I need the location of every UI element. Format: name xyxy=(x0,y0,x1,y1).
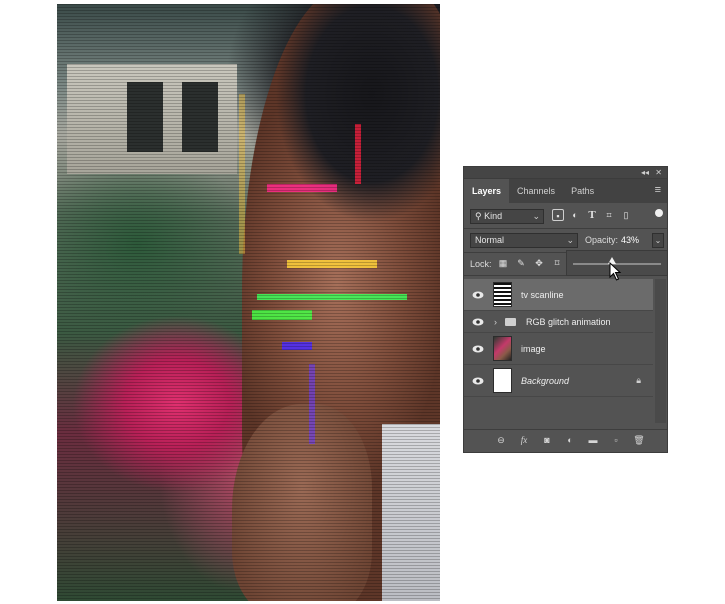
pointer-cursor-icon xyxy=(609,262,622,281)
layer-name: image xyxy=(521,343,546,354)
search-icon: ⚲ xyxy=(475,211,485,221)
adjustment-filter-icon[interactable]: ◐ xyxy=(569,209,581,221)
bottom-icons: ⊖ fx ◙ ◐ ▬ ▫ 🗑︎ xyxy=(495,434,645,446)
panel-bottom-bar: ⊖ fx ◙ ◐ ▬ ▫ 🗑︎ xyxy=(464,429,667,452)
image-filter-icon[interactable]: ▪ xyxy=(552,209,564,221)
tab-layers[interactable]: Layers xyxy=(464,179,510,203)
eye-icon[interactable] xyxy=(472,345,484,353)
tab-paths[interactable]: Paths xyxy=(563,179,602,203)
layer-name: RGB glitch animation xyxy=(526,316,611,327)
lock-transparent-pixels-icon[interactable]: ▦ xyxy=(497,257,509,269)
canvas-photo xyxy=(57,4,440,601)
type-filter-icon[interactable]: T xyxy=(586,209,598,221)
layers-panel: ◂◂ ✕ Layers Channels Paths ≡ ⚲ Kind ⌄ ▪ … xyxy=(463,166,668,453)
chevron-down-icon: ⌄ xyxy=(532,211,540,221)
folder-icon xyxy=(505,317,516,326)
layer-thumbnail xyxy=(493,336,512,361)
scanline-overlay xyxy=(57,4,440,601)
lock-icons: ▦ ✎ ✥ ⌑ xyxy=(497,257,563,269)
layer-name: Background xyxy=(521,375,570,386)
new-layer-icon[interactable]: ▫ xyxy=(610,434,622,446)
layer-thumbnail xyxy=(493,368,512,393)
layer-row-tv-scanline[interactable]: tv scanline xyxy=(464,279,653,311)
layer-thumbnail xyxy=(493,282,512,307)
lock-artboard-icon[interactable]: ⌑ xyxy=(551,257,563,269)
blend-mode-value: Normal xyxy=(475,235,505,245)
filter-icons: ▪ ◐ T ⌗ ▯ xyxy=(552,209,632,221)
panel-menu-icon[interactable]: ≡ xyxy=(655,184,661,196)
lock-icon: 🔒︎ xyxy=(636,375,641,385)
opacity-label: Opacity: xyxy=(585,235,619,245)
panel-titlebar: ◂◂ ✕ xyxy=(464,167,667,179)
filter-toggle[interactable] xyxy=(655,209,663,217)
filter-kind-label: Kind xyxy=(484,211,503,221)
layer-name: tv scanline xyxy=(521,289,564,300)
close-panel-icon[interactable]: ✕ xyxy=(655,167,662,178)
smart-object-filter-icon[interactable]: ▯ xyxy=(620,209,632,221)
new-group-icon[interactable]: ▬ xyxy=(587,434,599,446)
lock-image-pixels-icon[interactable]: ✎ xyxy=(515,257,527,269)
lock-position-icon[interactable]: ✥ xyxy=(533,257,545,269)
lock-label: Lock: xyxy=(470,259,492,269)
eye-icon[interactable] xyxy=(472,318,484,326)
layer-row-image[interactable]: image xyxy=(464,333,653,365)
layer-style-icon[interactable]: fx xyxy=(518,434,530,446)
layer-row-rgb-glitch-animation[interactable]: › RGB glitch animation xyxy=(464,311,653,333)
chevron-down-icon: ⌄ xyxy=(566,235,574,245)
collapse-panel-icon[interactable]: ◂◂ xyxy=(641,167,649,178)
opacity-input[interactable]: 43% xyxy=(619,233,651,248)
adjustment-layer-icon[interactable]: ◐ xyxy=(564,434,576,446)
link-layers-icon[interactable]: ⊖ xyxy=(495,434,507,446)
scrollbar[interactable] xyxy=(655,279,666,423)
shape-filter-icon[interactable]: ⌗ xyxy=(603,209,615,221)
eye-icon[interactable] xyxy=(472,377,484,385)
divider xyxy=(464,228,667,229)
delete-layer-icon[interactable]: 🗑︎ xyxy=(633,434,645,446)
expand-arrow-icon[interactable]: › xyxy=(494,317,497,327)
tab-channels[interactable]: Channels xyxy=(509,179,563,203)
chevron-down-icon[interactable]: ⌄ xyxy=(652,233,664,248)
filter-kind-select[interactable]: ⚲ Kind ⌄ xyxy=(470,209,544,224)
panel-tabs: Layers Channels Paths ≡ xyxy=(464,179,667,203)
add-mask-icon[interactable]: ◙ xyxy=(541,434,553,446)
layer-row-background[interactable]: Background 🔒︎ xyxy=(464,365,653,397)
eye-icon[interactable] xyxy=(472,291,484,299)
blend-mode-select[interactable]: Normal ⌄ xyxy=(470,233,578,248)
